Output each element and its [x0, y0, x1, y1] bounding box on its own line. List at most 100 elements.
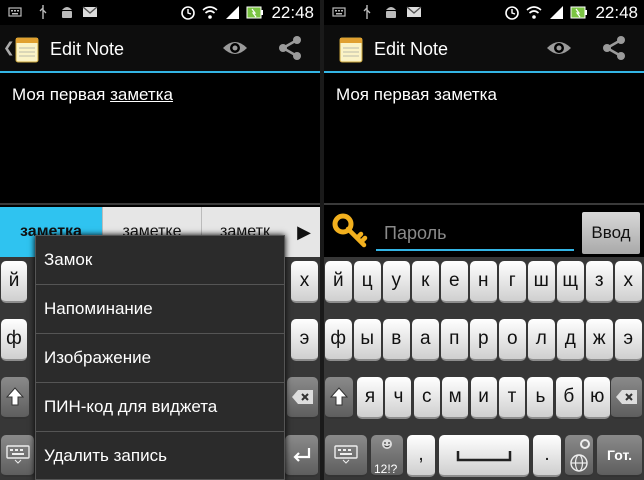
key[interactable]: ы — [354, 319, 381, 361]
key[interactable]: о — [499, 319, 526, 361]
note-text[interactable]: Моя первая заметка — [336, 85, 497, 105]
key[interactable]: ю — [584, 377, 611, 419]
backspace-key[interactable] — [611, 377, 642, 419]
battery-icon — [570, 6, 587, 19]
key[interactable]: с — [413, 377, 440, 419]
keyboard-icon — [334, 445, 358, 464]
key[interactable]: м — [442, 377, 469, 419]
space-key[interactable] — [439, 435, 529, 477]
key[interactable]: х — [291, 261, 318, 303]
enter-key[interactable] — [285, 435, 318, 477]
key[interactable]: й — [325, 261, 352, 303]
more-suggestions-arrow-icon[interactable]: ▶ — [288, 207, 320, 257]
key[interactable]: ж — [586, 319, 613, 361]
key[interactable]: и — [470, 377, 497, 419]
backspace-key[interactable] — [287, 377, 318, 419]
key[interactable]: ц — [354, 261, 381, 303]
action-bar: ❮ Edit Note — [0, 25, 320, 71]
backspace-icon — [291, 390, 313, 404]
keyboard-notification-icon — [332, 7, 346, 17]
note-editor[interactable]: Моя первая заметка — [0, 73, 320, 205]
notepad-icon[interactable] — [14, 35, 40, 63]
key[interactable]: й — [1, 261, 27, 303]
language-key[interactable] — [565, 435, 593, 477]
key[interactable]: д — [557, 319, 584, 361]
keyboard: 12!? , . Гот. йцукенгшщзх фывапролджэ ячсм… — [324, 257, 644, 480]
wifi-icon — [526, 6, 542, 19]
action-bar: Edit Note — [324, 25, 644, 71]
back-chevron-icon[interactable]: ❮ — [3, 39, 15, 56]
wifi-icon — [202, 6, 218, 19]
key[interactable]: г — [499, 261, 526, 303]
key[interactable]: ф — [1, 319, 27, 361]
note-editor[interactable]: Моя первая заметка — [324, 73, 644, 205]
key[interactable]: ш — [528, 261, 555, 303]
key[interactable]: щ — [557, 261, 584, 303]
key[interactable]: э — [291, 319, 318, 361]
menu-item-image[interactable]: Изображение — [36, 334, 284, 382]
eye-icon[interactable] — [222, 38, 248, 58]
key[interactable]: л — [528, 319, 555, 361]
context-menu: Замок Напоминание Изображение ПИН-код дл… — [35, 235, 285, 480]
submit-button[interactable]: Ввод — [582, 212, 640, 254]
symbols-key[interactable]: 12!? — [371, 435, 403, 477]
symbols-key-label: 12!? — [374, 462, 398, 476]
notepad-icon[interactable] — [338, 35, 364, 63]
password-row: Ввод — [324, 207, 644, 257]
key[interactable]: в — [383, 319, 410, 361]
key[interactable]: п — [441, 319, 468, 361]
key[interactable]: б — [555, 377, 582, 419]
key[interactable]: т — [499, 377, 525, 419]
key[interactable]: н — [470, 261, 497, 303]
usb-icon — [363, 5, 371, 19]
key[interactable]: е — [441, 261, 468, 303]
key[interactable]: з — [586, 261, 613, 303]
key[interactable]: к — [412, 261, 439, 303]
menu-item-reminder[interactable]: Напоминание — [36, 285, 284, 333]
settings-icon — [580, 439, 590, 449]
password-input[interactable] — [376, 217, 574, 251]
usb-icon — [39, 5, 47, 19]
battery-icon — [246, 6, 263, 19]
comma-key[interactable]: , — [407, 435, 435, 477]
globe-icon — [570, 454, 588, 472]
page-title: Edit Note — [50, 39, 125, 59]
keyboard-settings-key[interactable] — [1, 435, 34, 477]
android-icon — [386, 7, 396, 18]
keyboard-icon — [5, 445, 30, 464]
clock: 22:48 — [595, 3, 638, 22]
menu-item-lock[interactable]: Замок — [36, 236, 284, 284]
keyboard-settings-key[interactable] — [325, 435, 367, 477]
alarm-icon — [181, 6, 195, 20]
key[interactable]: э — [615, 319, 642, 361]
shift-key[interactable] — [325, 377, 353, 419]
menu-item-delete[interactable]: Удалить запись — [36, 432, 284, 480]
key[interactable]: ф — [325, 319, 352, 361]
signal-icon — [226, 6, 239, 19]
shift-icon — [329, 387, 349, 406]
note-text[interactable]: Моя первая заметка — [12, 85, 173, 105]
key[interactable]: р — [470, 319, 497, 361]
key[interactable]: ь — [527, 377, 554, 419]
space-icon — [456, 451, 512, 462]
android-icon — [62, 7, 72, 18]
key[interactable]: у — [383, 261, 410, 303]
share-icon[interactable] — [602, 35, 626, 61]
key[interactable]: ч — [385, 377, 412, 419]
left-screen: 22:48 ❮ Edit Note Моя первая заметка зам… — [0, 0, 320, 480]
key[interactable]: а — [412, 319, 439, 361]
period-key[interactable]: . — [533, 435, 561, 477]
note-text-composing: заметка — [110, 85, 173, 104]
page-title: Edit Note — [374, 39, 449, 59]
key[interactable]: х — [615, 261, 642, 303]
shift-key[interactable] — [1, 377, 29, 419]
key[interactable]: я — [357, 377, 383, 419]
gmail-icon — [82, 6, 98, 17]
shift-icon — [5, 387, 25, 406]
menu-item-widget-pin[interactable]: ПИН-код для виджета — [36, 383, 284, 431]
status-bar: 22:48 — [0, 0, 320, 25]
editor-underline — [324, 203, 644, 205]
done-key[interactable]: Гот. — [597, 435, 642, 477]
share-icon[interactable] — [278, 35, 302, 61]
eye-icon[interactable] — [546, 38, 572, 58]
